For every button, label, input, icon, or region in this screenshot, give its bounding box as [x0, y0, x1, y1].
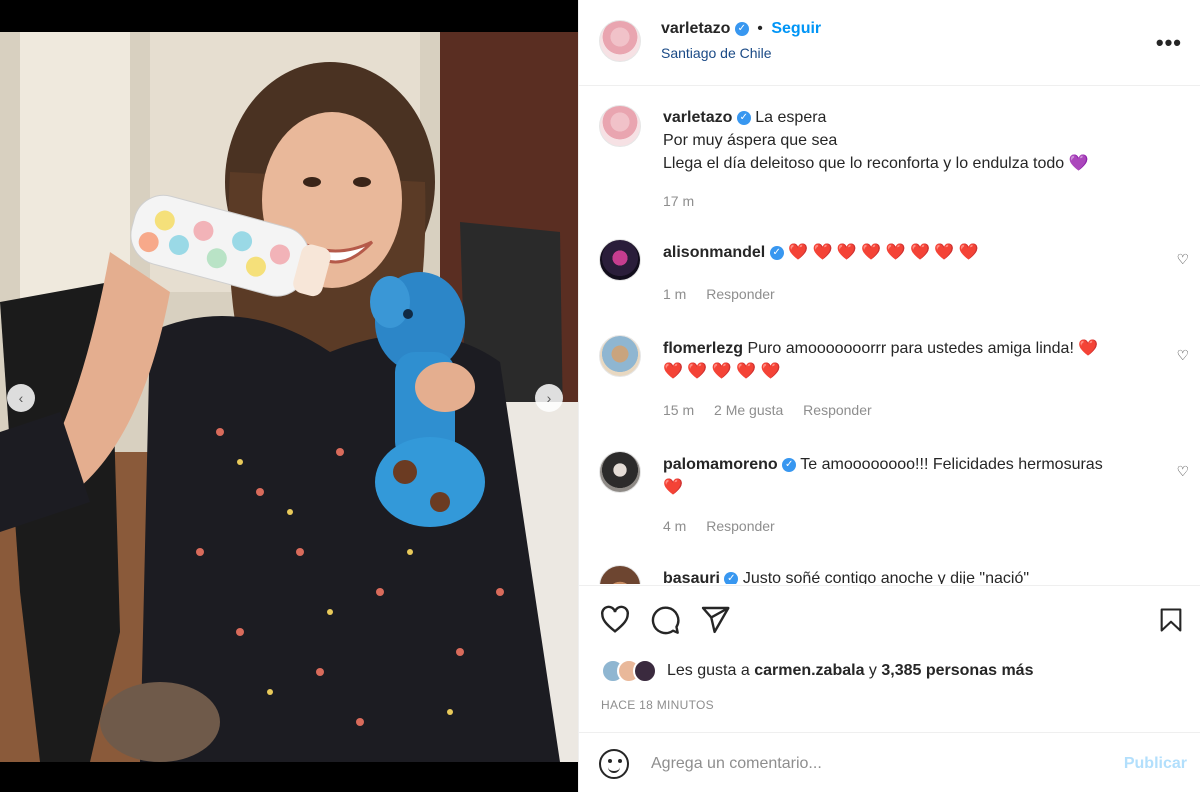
chevron-right-icon: › — [546, 390, 552, 406]
caption-avatar[interactable] — [599, 105, 641, 147]
comment-time: 15 m — [663, 402, 695, 418]
comment-time: 1 m — [663, 286, 687, 302]
comment-username[interactable]: basauri — [663, 570, 720, 584]
comment-hearts: ❤️ — [1078, 340, 1099, 357]
comment-time: 4 m — [663, 518, 687, 534]
chevron-left-icon: ‹ — [18, 390, 24, 406]
next-photo-button[interactable]: › — [535, 384, 563, 412]
comment-username[interactable]: alisonmandel — [663, 244, 765, 261]
post-actions: Les gusta a carmen.zabala y 3,385 person… — [579, 585, 1200, 732]
post-photo[interactable]: ‹ › — [0, 32, 578, 762]
caption-line-3: Llega el día deleitoso que lo reconforta… — [663, 155, 1065, 172]
comment-text: alisonmandel ✓ ❤️ ❤️ ❤️ ❤️ ❤️ ❤️ ❤️ ❤️ — [663, 241, 1143, 264]
share-icon[interactable] — [699, 604, 731, 636]
comment-avatar[interactable] — [599, 335, 641, 377]
like-comment-heart-icon[interactable]: ♡ — [1176, 251, 1189, 268]
comment-meta: 4 m Responder — [663, 518, 791, 534]
comment-avatar[interactable] — [599, 451, 641, 493]
author-avatar[interactable] — [599, 20, 641, 62]
caption-line-1: La espera — [755, 109, 827, 126]
comment-username[interactable]: palomamoreno — [663, 456, 778, 473]
emoji-icon[interactable] — [599, 749, 629, 779]
separator-dot: • — [757, 20, 763, 37]
posted-time[interactable]: HACE 18 MINUTOS — [601, 698, 714, 712]
comment-text: flomerlezg Puro amooooooorrr para ustede… — [663, 337, 1143, 383]
reply-button[interactable]: Responder — [706, 518, 775, 534]
likes-count[interactable]: 3,385 personas más — [881, 662, 1033, 679]
photo-illustration — [0, 32, 578, 762]
comment-text: palomamoreno ✓ Te amoooooooo!!! Felicida… — [663, 453, 1143, 499]
post-header: varletazo ✓ • Seguir Santiago de Chile •… — [579, 0, 1200, 86]
caption-text: varletazo ✓ La espera Por muy áspera que… — [663, 106, 1143, 175]
caption-line-2: Por muy áspera que sea — [663, 132, 838, 149]
comment-body: Puro amooooooorrr para ustedes amiga lin… — [747, 340, 1074, 357]
comment-body: Justo soñé contigo anoche y dije "nació" — [742, 570, 1030, 584]
comment-likes-count[interactable]: 2 Me gusta — [714, 402, 783, 418]
comment-avatar[interactable] — [599, 565, 641, 584]
add-comment-bar: Publicar — [579, 732, 1200, 792]
author-row: varletazo ✓ • Seguir — [661, 20, 821, 38]
heart-icon[interactable] — [599, 604, 631, 636]
comment-username[interactable]: flomerlezg — [663, 340, 743, 357]
instagram-post-window: ‹ › varletazo ✓ • Seguir Santiago de Chi… — [0, 0, 1200, 792]
likes-connector: y — [868, 662, 877, 679]
likes-prefix: Les gusta a — [667, 662, 750, 679]
post-side-panel: varletazo ✓ • Seguir Santiago de Chile •… — [578, 0, 1200, 792]
like-comment-heart-icon[interactable]: ♡ — [1176, 463, 1189, 480]
liker-avatar — [633, 659, 657, 683]
purple-heart-emoji: 💜 — [1068, 155, 1089, 172]
prev-photo-button[interactable]: ‹ — [7, 384, 35, 412]
reply-button[interactable]: Responder — [803, 402, 872, 418]
post-location[interactable]: Santiago de Chile — [661, 45, 772, 61]
comment-input[interactable] — [651, 751, 1071, 777]
comment-hearts: ❤️ ❤️ ❤️ ❤️ ❤️ ❤️ ❤️ ❤️ — [788, 244, 979, 261]
caption-username[interactable]: varletazo — [663, 109, 732, 126]
more-options-icon[interactable]: ••• — [1156, 30, 1182, 56]
likes-text: Les gusta a carmen.zabala y 3,385 person… — [667, 662, 1033, 680]
verified-badge-icon: ✓ — [724, 571, 739, 584]
bookmark-icon[interactable] — [1157, 604, 1185, 636]
caption-time: 17 m — [663, 193, 695, 209]
verified-badge-icon: ✓ — [782, 457, 797, 472]
author-username[interactable]: varletazo — [661, 20, 730, 37]
liker-username[interactable]: carmen.zabala — [754, 662, 864, 679]
comment-text: basauri ✓ Justo soñé contigo anoche y di… — [663, 567, 1143, 584]
comment-meta: 1 m Responder — [663, 286, 791, 302]
verified-badge-icon: ✓ — [769, 245, 784, 260]
publish-button[interactable]: Publicar — [1124, 755, 1187, 773]
caption-meta: 17 m — [663, 193, 710, 209]
verified-badge-icon: ✓ — [734, 21, 749, 36]
comment-body: Te amoooooooo!!! Felicidades hermosuras — [800, 456, 1103, 473]
comment-hearts-line-2: ❤️ ❤️ ❤️ ❤️ ❤️ — [663, 363, 781, 380]
reply-button[interactable]: Responder — [706, 286, 775, 302]
follow-button[interactable]: Seguir — [771, 20, 821, 37]
verified-badge-icon: ✓ — [736, 110, 751, 125]
comment-icon[interactable] — [649, 604, 681, 636]
comment-hearts-line-2: ❤️ — [663, 479, 683, 496]
letterbox-top — [0, 0, 578, 32]
like-comment-heart-icon[interactable]: ♡ — [1176, 347, 1189, 364]
comment-avatar[interactable] — [599, 239, 641, 281]
letterbox-bottom — [0, 762, 578, 792]
comments-list[interactable]: varletazo ✓ La espera Por muy áspera que… — [579, 87, 1200, 584]
comment-meta: 15 m 2 Me gusta Responder — [663, 402, 888, 418]
likes-summary[interactable]: Les gusta a carmen.zabala y 3,385 person… — [601, 656, 1033, 686]
